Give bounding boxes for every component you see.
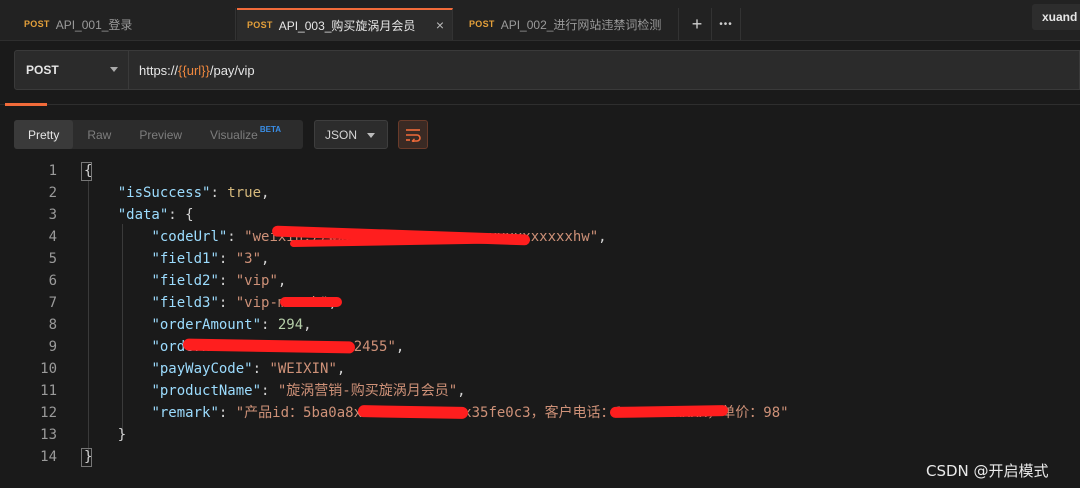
code-line: 7 "field3": "vip-month", bbox=[0, 292, 1080, 314]
code-line: 5 "field1": "3", bbox=[0, 248, 1080, 270]
code-line: 1 { bbox=[0, 160, 1080, 182]
close-brace: } bbox=[117, 427, 127, 443]
tab-preview[interactable]: Preview bbox=[125, 120, 196, 149]
response-body-editor[interactable]: 1 { 2 "isSuccess": true, 3 "data": { 4 "… bbox=[0, 158, 1080, 478]
line-number: 11 bbox=[40, 383, 57, 399]
response-format-select[interactable]: JSON bbox=[314, 120, 388, 149]
tab-method-label: POST bbox=[247, 20, 273, 30]
code-text: { bbox=[84, 160, 92, 182]
redaction-mark bbox=[609, 404, 729, 419]
wrap-lines-icon bbox=[406, 128, 421, 142]
open-brace: { bbox=[84, 163, 93, 179]
workspace-user-label[interactable]: xuand bbox=[1032, 4, 1080, 30]
json-key: "payWayCode" bbox=[151, 361, 253, 377]
tab-method-label: POST bbox=[24, 19, 50, 29]
json-value: 294 bbox=[277, 317, 304, 333]
code-text: "field1": "3", bbox=[151, 251, 270, 267]
code-line: 10 "payWayCode": "WEIXIN", bbox=[0, 358, 1080, 380]
close-tab-icon[interactable]: × bbox=[436, 17, 444, 33]
json-value: "vip" bbox=[235, 273, 278, 289]
code-line: 2 "isSuccess": true, bbox=[0, 182, 1080, 204]
code-line: 13 } bbox=[0, 424, 1080, 446]
line-number: 2 bbox=[48, 185, 57, 201]
json-value: true bbox=[227, 185, 262, 201]
request-tab-api-001[interactable]: POST API_001_登录 bbox=[14, 8, 236, 40]
code-text: "isSuccess": true, bbox=[117, 185, 270, 201]
tab-visualize-label: Visualize bbox=[210, 127, 258, 142]
line-number: 10 bbox=[40, 361, 57, 377]
code-text: "orderAmount": 294, bbox=[151, 317, 312, 333]
code-line: 14 } bbox=[0, 446, 1080, 468]
line-number: 9 bbox=[48, 339, 57, 355]
line-number: 14 bbox=[40, 449, 57, 465]
code-text: } bbox=[84, 424, 126, 446]
code-line: 9 "orderNo": "xxxxxxxxxxxx2455", bbox=[0, 336, 1080, 358]
new-tab-button[interactable]: + bbox=[683, 8, 712, 40]
json-key: "data" bbox=[117, 207, 169, 223]
json-key: "field2" bbox=[151, 273, 219, 289]
url-path: /pay/vip bbox=[209, 62, 255, 78]
tab-title: API_003_购买旋涡月会员 bbox=[278, 18, 416, 33]
tab-raw[interactable]: Raw bbox=[73, 120, 125, 149]
request-tab-api-002[interactable]: POST API_002_进行网站违禁词检测 bbox=[459, 8, 679, 40]
code-line: 3 "data": { bbox=[0, 204, 1080, 226]
line-number: 4 bbox=[48, 229, 57, 245]
json-key: "codeUrl" bbox=[151, 229, 228, 245]
url-variable: {{url}} bbox=[178, 62, 210, 78]
json-value: "旋涡营销-购买旋涡月会员" bbox=[277, 383, 458, 399]
code-line: 4 "codeUrl": "weixin://wxp/u/xxxxxxxxxxx… bbox=[0, 226, 1080, 248]
url-input[interactable]: https://{{url}}/pay/vip bbox=[139, 51, 255, 89]
tab-title: API_001_登录 bbox=[55, 17, 133, 32]
code-line: 11 "productName": "旋涡营销-购买旋涡月会员", bbox=[0, 380, 1080, 402]
http-method-select[interactable]: POST bbox=[15, 51, 129, 89]
json-key: "field1" bbox=[151, 251, 219, 267]
tab-method-label: POST bbox=[469, 19, 495, 29]
tab-visualize[interactable]: Visualize BETA bbox=[196, 120, 295, 149]
close-brace: } bbox=[84, 449, 93, 465]
chevron-down-icon bbox=[367, 133, 375, 138]
redaction-mark bbox=[280, 297, 342, 307]
line-number: 12 bbox=[40, 405, 57, 421]
line-number: 5 bbox=[48, 251, 57, 267]
line-number: 13 bbox=[40, 427, 57, 443]
code-text: "field2": "vip", bbox=[151, 273, 287, 289]
more-tabs-button[interactable]: ••• bbox=[712, 8, 741, 40]
chevron-down-icon bbox=[110, 67, 118, 72]
code-text: "data": { bbox=[117, 207, 194, 223]
http-method-value: POST bbox=[26, 63, 59, 77]
code-line: 12 "remark": "产品id：5ba0a8xxxxxxxxxxxxxx3… bbox=[0, 402, 1080, 424]
redaction-mark bbox=[357, 405, 469, 419]
code-text: "payWayCode": "WEIXIN", bbox=[151, 361, 346, 377]
json-key: "remark" bbox=[151, 405, 219, 421]
code-text: } bbox=[84, 446, 92, 468]
section-divider bbox=[0, 104, 1080, 105]
url-prefix: https:// bbox=[139, 62, 179, 78]
request-url-bar: POST https://{{url}}/pay/vip bbox=[14, 50, 1080, 90]
wrap-lines-button[interactable] bbox=[398, 120, 428, 149]
line-number: 7 bbox=[48, 295, 57, 311]
line-number: 3 bbox=[48, 207, 57, 223]
request-tab-bar: POST API_001_登录 POST API_003_购买旋涡月会员 × P… bbox=[0, 0, 1080, 41]
code-line: 6 "field2": "vip", bbox=[0, 270, 1080, 292]
response-view-tabs: Pretty Raw Preview Visualize BETA bbox=[14, 120, 303, 149]
code-text: "productName": "旋涡营销-购买旋涡月会员", bbox=[151, 383, 466, 399]
json-key: "orderAmount" bbox=[151, 317, 262, 333]
request-tab-api-003[interactable]: POST API_003_购买旋涡月会员 × bbox=[237, 8, 453, 40]
json-value: "3" bbox=[235, 251, 262, 267]
response-format-value: JSON bbox=[325, 127, 358, 142]
json-value: "WEIXIN" bbox=[269, 361, 337, 377]
line-number: 1 bbox=[48, 163, 57, 179]
json-key: "productName" bbox=[151, 383, 262, 399]
code-line: 8 "orderAmount": 294, bbox=[0, 314, 1080, 336]
line-number: 6 bbox=[48, 273, 57, 289]
beta-badge: BETA bbox=[259, 125, 282, 134]
json-key: "field3" bbox=[151, 295, 219, 311]
active-section-indicator bbox=[5, 103, 47, 106]
watermark: CSDN @开启模式 bbox=[926, 462, 1049, 480]
tab-pretty[interactable]: Pretty bbox=[14, 120, 74, 149]
line-number: 8 bbox=[48, 317, 57, 333]
json-key: "isSuccess" bbox=[117, 185, 211, 201]
tab-title: API_002_进行网站违禁词检测 bbox=[500, 17, 662, 32]
